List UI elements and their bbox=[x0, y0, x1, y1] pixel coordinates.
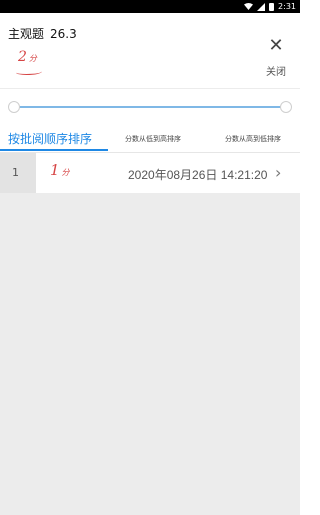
chevron-right-icon: › bbox=[275, 163, 282, 182]
total-score: 26.3 bbox=[50, 27, 77, 41]
tab-review-order-label: 按批阅顺序排序 bbox=[8, 132, 93, 146]
list-item-index: 1 bbox=[0, 153, 36, 193]
close-button[interactable]: ✕ 关闭 bbox=[258, 37, 294, 83]
active-tab-indicator bbox=[0, 149, 108, 151]
status-bar: 2:31 bbox=[0, 0, 300, 13]
list-item-handwritten-score: 1分 bbox=[50, 161, 70, 179]
battery-icon bbox=[269, 2, 275, 11]
tab-review-order[interactable]: 按批阅顺序排序 bbox=[0, 130, 108, 152]
slider-track bbox=[14, 106, 286, 108]
handwriting-underline bbox=[16, 69, 42, 75]
list-item-timestamp: 2020年08月26日 14:21:20 bbox=[128, 168, 268, 182]
list-item-score-unit: 分 bbox=[61, 168, 70, 177]
close-label: 关闭 bbox=[266, 67, 286, 78]
list-item-score-value: 1 bbox=[50, 161, 60, 179]
status-time: 2:31 bbox=[278, 2, 296, 11]
answer-list: 1 1分 2020年08月26日 14:21:20 › bbox=[0, 152, 300, 515]
handwritten-score-value: 2 bbox=[18, 49, 27, 65]
list-item[interactable]: 1 1分 2020年08月26日 14:21:20 › bbox=[0, 152, 300, 193]
question-type: 主观题 bbox=[8, 27, 45, 41]
page-title: 主观题 26.3 bbox=[8, 25, 77, 42]
header-divider bbox=[0, 88, 300, 89]
score-range-slider[interactable] bbox=[8, 100, 292, 114]
handwritten-score-unit: 分 bbox=[28, 54, 37, 63]
tab-score-descending-label: 分数从高到低排序 bbox=[225, 135, 281, 143]
header: 主观题 26.3 2分 ✕ 关闭 bbox=[0, 13, 300, 88]
tab-score-ascending-label: 分数从低到高排序 bbox=[125, 135, 181, 143]
close-icon: ✕ bbox=[268, 35, 284, 56]
sort-tabs: 按批阅顺序排序 分数从低到高排序 分数从高到低排序 bbox=[0, 130, 300, 152]
wifi-icon bbox=[244, 3, 254, 10]
handwritten-score: 2分 bbox=[16, 49, 42, 75]
slider-handle-min[interactable] bbox=[8, 101, 20, 113]
status-icons: 2:31 bbox=[244, 0, 296, 13]
signal-icon bbox=[257, 2, 266, 11]
slider-handle-max[interactable] bbox=[280, 101, 292, 113]
